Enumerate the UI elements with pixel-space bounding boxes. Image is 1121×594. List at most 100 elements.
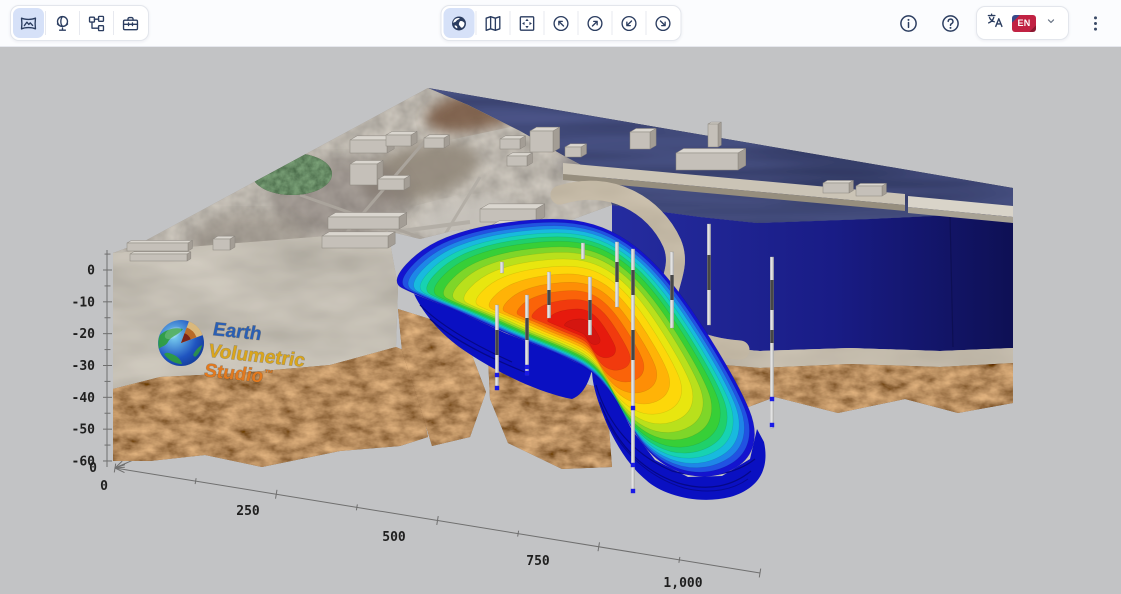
building-block: [328, 213, 407, 229]
toolbar-separator: [611, 11, 612, 35]
monitoring-well: [547, 272, 550, 318]
globe-view-button[interactable]: [443, 8, 474, 38]
view-southeast-button[interactable]: [647, 8, 678, 38]
building-block: [213, 236, 235, 250]
view-northeast-button[interactable]: [579, 8, 610, 38]
building-block: [378, 175, 410, 190]
building-block: [386, 131, 417, 146]
well-sample-marker: [770, 423, 774, 427]
toolbar-separator: [509, 11, 510, 35]
language-selector[interactable]: EN: [976, 6, 1069, 40]
monitoring-well: [581, 243, 584, 259]
earth-volumetric-studio-window: EN: [0, 0, 1121, 594]
chevron-down-icon: [1043, 13, 1059, 34]
building-block: [565, 144, 587, 157]
x-axis-tick-label: 500: [382, 530, 406, 545]
desk-globe-button[interactable]: [47, 8, 78, 38]
arrow-circle-southwest-icon: [619, 14, 638, 33]
monitoring-well: [631, 249, 635, 493]
x-axis-tick-label: 0: [100, 479, 108, 494]
z-axis-tick-label: 0: [87, 264, 95, 279]
scene-svg[interactable]: 02505007501,0000 0-10-20-30-40-50-60: [0, 47, 1121, 594]
monitoring-well: [500, 262, 503, 273]
building-block: [630, 128, 656, 149]
view-tool-group: [440, 5, 681, 41]
building-block: [676, 149, 746, 170]
building-block: [856, 183, 886, 196]
building-block: [530, 127, 560, 152]
well-sample-marker: [631, 463, 635, 467]
x-axis-tick-label: 750: [526, 554, 550, 569]
globe-icon: [449, 14, 468, 33]
well-sample-marker: [631, 489, 635, 493]
help-button[interactable]: [934, 7, 966, 39]
info-icon: [898, 13, 919, 34]
right-controls: EN: [892, 6, 1111, 40]
building-block: [424, 135, 450, 148]
hierarchy-button[interactable]: [81, 8, 112, 38]
fit-view-button[interactable]: [511, 8, 542, 38]
z-axis-tick-label: -10: [72, 295, 96, 310]
monitoring-well: [615, 242, 618, 307]
view-southwest-button[interactable]: [613, 8, 644, 38]
z-axis-tick-label: -60: [72, 454, 96, 469]
view-northwest-button[interactable]: [545, 8, 576, 38]
well-sample-marker: [495, 386, 499, 390]
building-block: [480, 204, 545, 222]
toolbox-icon: [121, 14, 140, 33]
toolbar-separator: [79, 11, 80, 35]
toolbar-separator: [577, 11, 578, 35]
chevron-down-icon: [1043, 13, 1059, 29]
toolbar-separator: [45, 11, 46, 35]
translate-icon: [986, 11, 1005, 30]
kebab-menu-icon: [1085, 13, 1106, 34]
arrow-circle-southeast-icon: [653, 14, 672, 33]
help-icon: [940, 13, 961, 34]
x-axis-tick-label: 250: [236, 504, 260, 519]
building-block: [322, 232, 395, 248]
well-sample-marker: [525, 371, 529, 375]
map-icon: [483, 14, 502, 33]
panorama-icon: [19, 14, 38, 33]
map-view-button[interactable]: [477, 8, 508, 38]
toolbar: EN: [0, 0, 1121, 47]
language-flag-badge: EN: [1012, 15, 1036, 32]
translate-icon: [986, 11, 1005, 35]
monitoring-well: [495, 305, 499, 390]
monitoring-well: [588, 277, 591, 335]
viewport-3d[interactable]: 02505007501,0000 0-10-20-30-40-50-60: [0, 47, 1121, 594]
monitoring-well: [707, 224, 710, 325]
fit-view-icon: [517, 14, 536, 33]
display-tool-group: [10, 5, 149, 41]
well-sample-marker: [525, 365, 529, 369]
building-block: [130, 252, 191, 261]
toolbar-separator: [645, 11, 646, 35]
info-button[interactable]: [892, 7, 924, 39]
toolbar-separator: [113, 11, 114, 35]
well-sample-marker: [495, 373, 499, 377]
desk-globe-icon: [53, 14, 72, 33]
monitoring-well: [770, 257, 774, 428]
arrow-circle-northeast-icon: [585, 14, 604, 33]
x-axis-tick-label: 1,000: [663, 576, 702, 591]
toolbar-separator: [543, 11, 544, 35]
well-sample-marker: [770, 397, 774, 401]
z-axis-tick-label: -20: [72, 327, 96, 342]
building-block: [507, 153, 533, 166]
well-sample-marker: [631, 406, 635, 410]
arrow-circle-northwest-icon: [551, 14, 570, 33]
monitoring-well: [670, 252, 673, 328]
monitoring-well: [525, 295, 529, 375]
building-block: [127, 240, 192, 251]
hierarchy-icon: [87, 14, 106, 33]
z-axis-tick-label: -30: [72, 359, 96, 374]
z-axis-tick-label: -40: [72, 391, 96, 406]
z-axis-tick-label: -50: [72, 423, 96, 438]
toolbox-button[interactable]: [115, 8, 146, 38]
toolbar-separator: [475, 11, 476, 35]
building-block: [708, 122, 721, 147]
panorama-view-button[interactable]: [13, 8, 44, 38]
building-block: [500, 136, 526, 149]
building-block: [823, 180, 853, 193]
kebab-menu-button[interactable]: [1079, 7, 1111, 39]
